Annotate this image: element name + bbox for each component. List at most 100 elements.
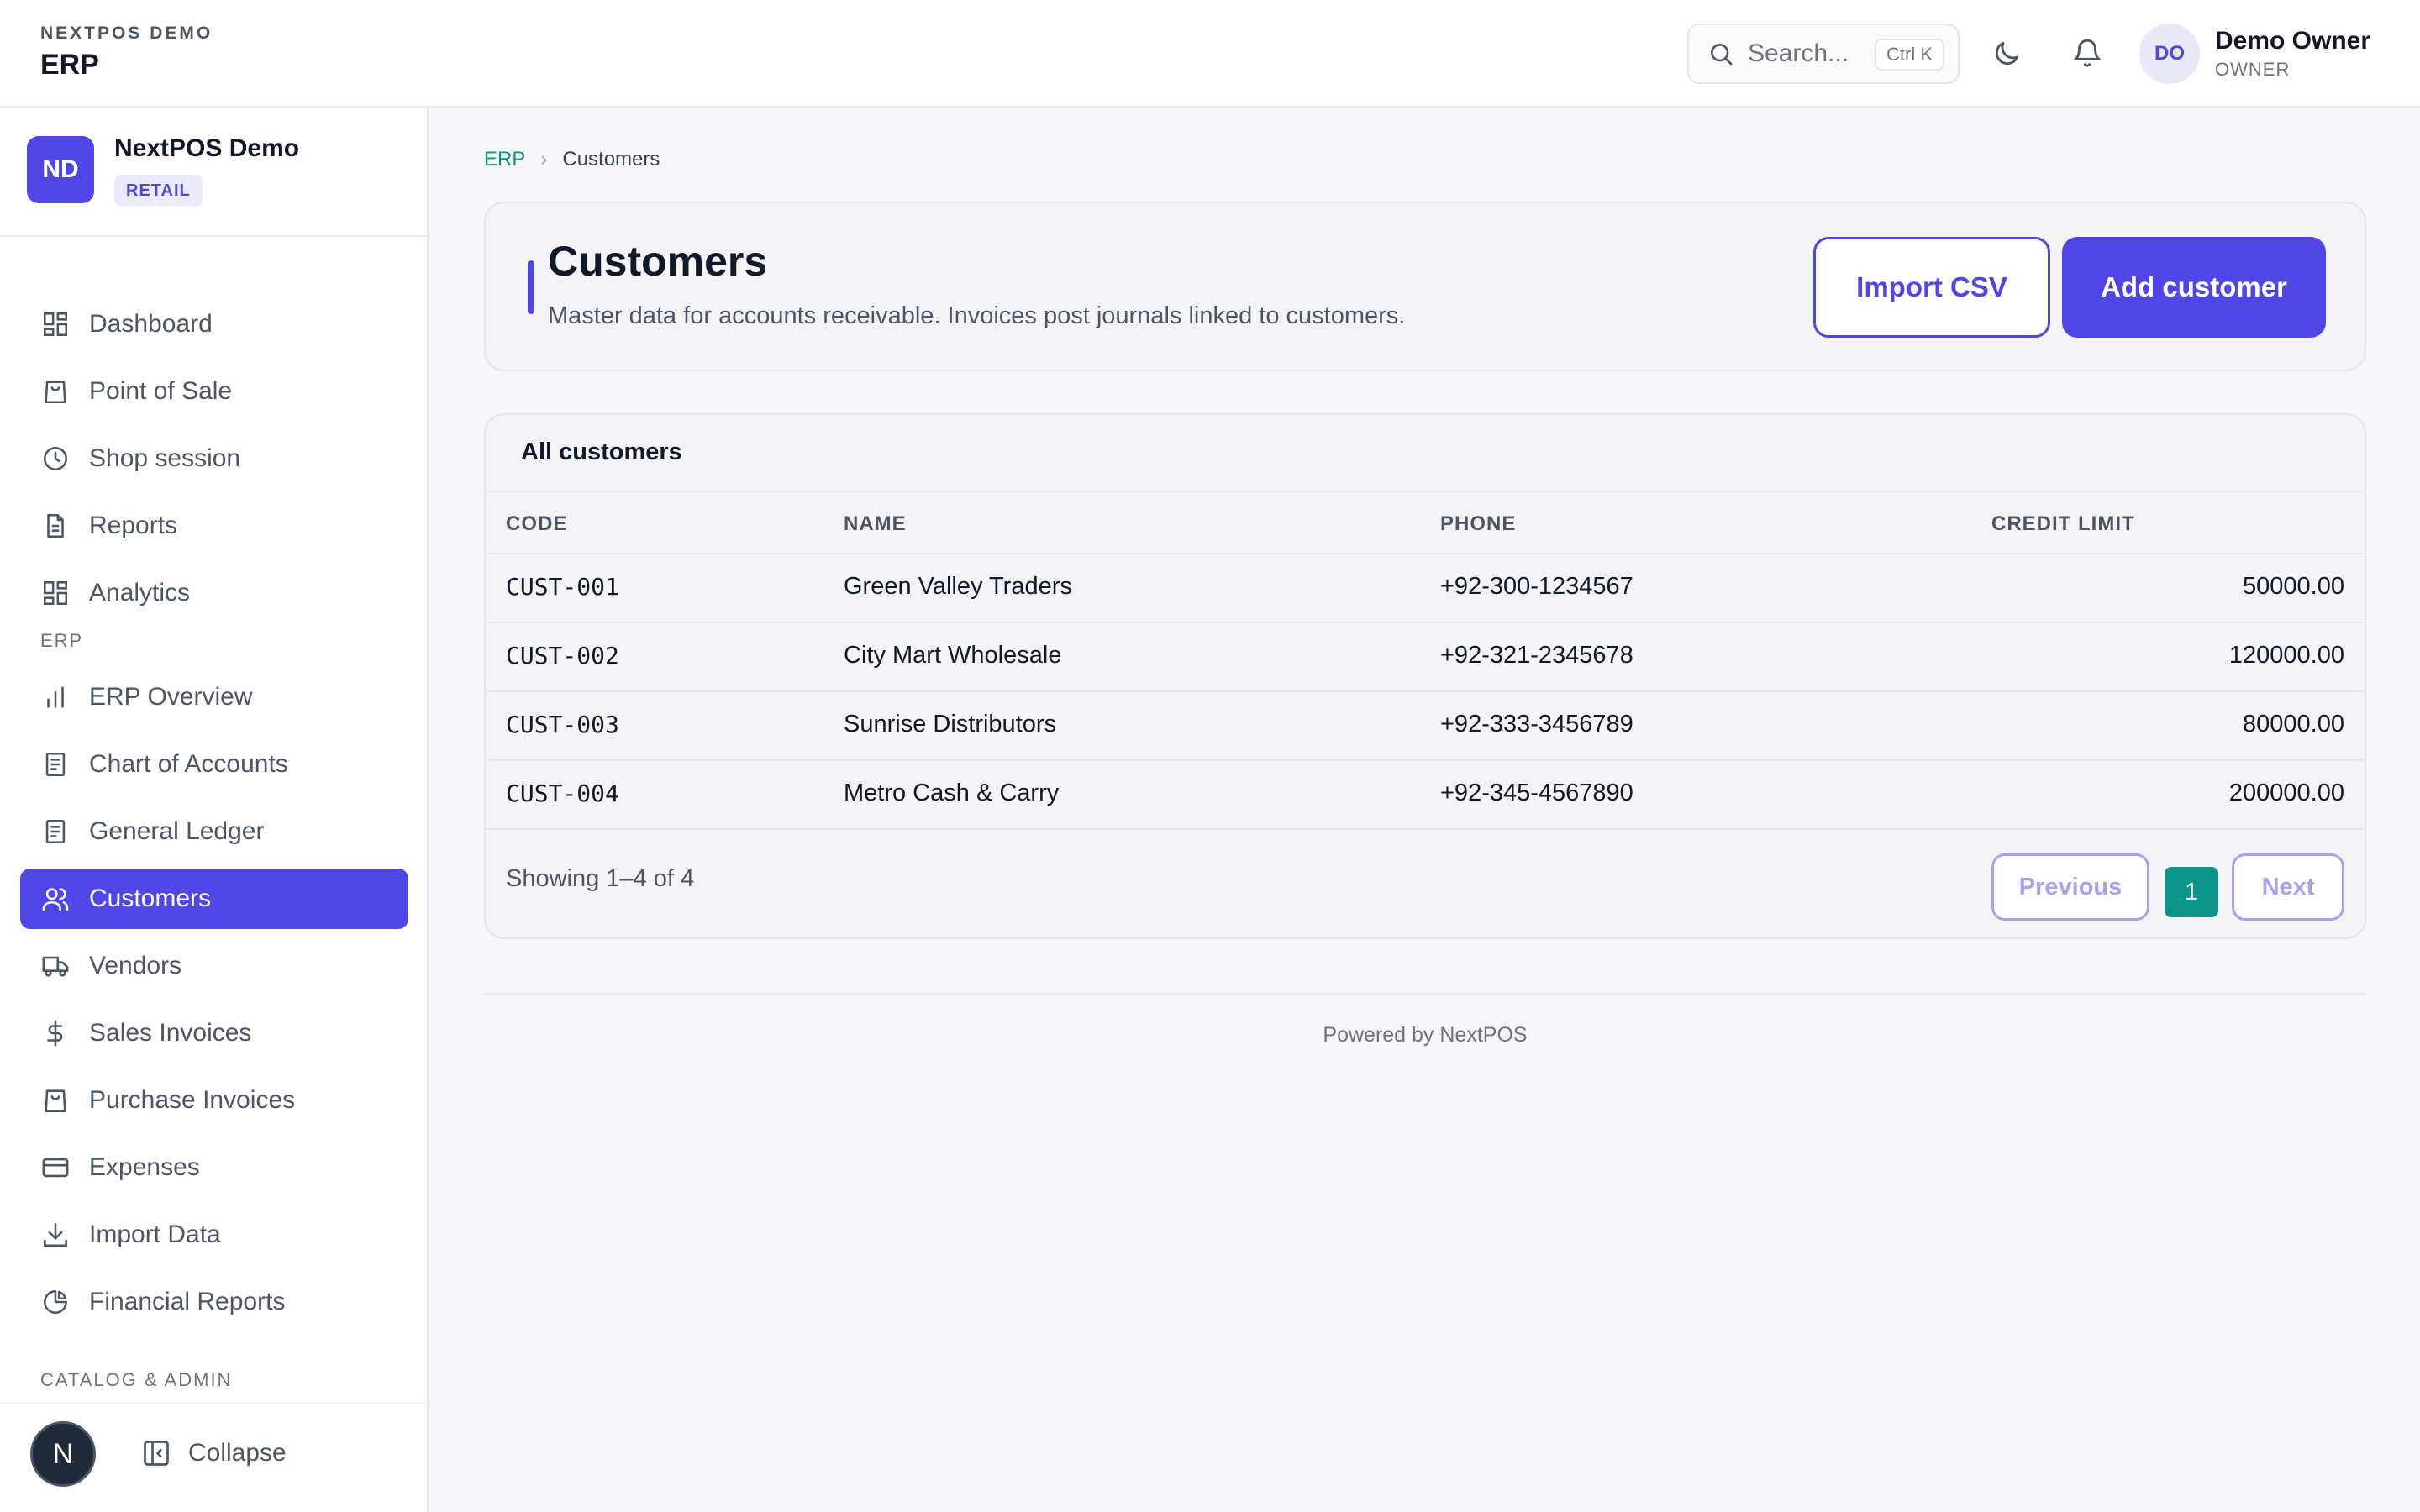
nav-section-erp: ERP (40, 630, 84, 651)
add-customer-button[interactable]: Add customer (2062, 237, 2326, 338)
page-subtitle: Master data for accounts receivable. Inv… (548, 302, 1406, 329)
next-button[interactable]: Next (2232, 853, 2344, 921)
org-name: NextPOS Demo (114, 134, 300, 162)
cell-credit-limit: 120000.00 (2228, 642, 2344, 669)
avatar[interactable]: DO (2139, 24, 2200, 84)
breadcrumb-erp[interactable]: ERP (484, 148, 525, 171)
cell-name: City Mart Wholesale (844, 642, 1062, 669)
users-icon (39, 882, 72, 916)
sidebar-item-import-data[interactable]: Import Data (20, 1205, 408, 1265)
brand-app: ERP (40, 49, 99, 81)
sidebar-item-purchase-invoices[interactable]: Purchase Invoices (20, 1070, 408, 1131)
brand: NEXTPOS DEMO ERP (40, 24, 213, 81)
cell-phone: +92-345-4567890 (1440, 780, 1634, 806)
sidebar-item-expenses[interactable]: Expenses (20, 1137, 408, 1198)
sidebar-item-customers[interactable]: Customers (20, 869, 408, 929)
search-input[interactable]: Search... Ctrl K (1687, 24, 1960, 84)
footer-divider (484, 993, 2366, 995)
sidebar-item-sales-invoices[interactable]: Sales Invoices (20, 1003, 408, 1063)
cell-code: CUST-002 (506, 642, 619, 669)
sidebar-item-erp-overview[interactable]: ERP Overview (20, 667, 408, 727)
table-row[interactable]: CUST-002 City Mart Wholesale +92-321-234… (486, 623, 2365, 692)
cell-credit-limit: 80000.00 (2243, 711, 2344, 738)
user-name: Demo Owner (2215, 27, 2371, 55)
sidebar-item-reports[interactable]: Reports (20, 496, 408, 556)
table-row[interactable]: CUST-001 Green Valley Traders +92-300-12… (486, 554, 2365, 623)
cell-name: Metro Cash & Carry (844, 780, 1060, 806)
sidebar-item-general-ledger[interactable]: General Ledger (20, 801, 408, 862)
breadcrumb-current: Customers (562, 148, 660, 171)
breadcrumb: ERP › Customers (484, 148, 660, 171)
column-header-phone: PHONE (1440, 512, 1517, 535)
sidebar-item-label: ERP Overview (89, 683, 253, 711)
collapse-button[interactable]: Collapse (141, 1438, 287, 1468)
cell-phone: +92-321-2345678 (1440, 642, 1634, 669)
sidebar: ND NextPOS Demo RETAIL Dashboard Point o… (0, 108, 429, 1512)
column-header-credit-limit: CREDIT LIMIT (1991, 512, 2135, 535)
org-card[interactable]: ND NextPOS Demo RETAIL (0, 108, 427, 237)
sidebar-item-shop-session[interactable]: Shop session (20, 428, 408, 489)
collapse-label: Collapse (188, 1439, 287, 1467)
sidebar-item-label: Purchase Invoices (89, 1086, 296, 1114)
nav-section-catalog: CATALOG & ADMIN (40, 1369, 233, 1390)
org-badge: RETAIL (114, 175, 203, 207)
cell-credit-limit: 50000.00 (2243, 573, 2344, 600)
sidebar-item-label: Sales Invoices (89, 1019, 252, 1047)
sidebar-item-chart-of-accounts[interactable]: Chart of Accounts (20, 734, 408, 795)
pie-chart-icon (39, 1285, 72, 1319)
search-placeholder: Search... (1748, 39, 1849, 67)
table-row[interactable]: CUST-003 Sunrise Distributors +92-333-34… (486, 692, 2365, 761)
column-header-name: NAME (844, 512, 907, 535)
document-icon (39, 509, 72, 543)
previous-button[interactable]: Previous (1991, 853, 2149, 921)
sidebar-item-analytics[interactable]: Analytics (20, 563, 408, 623)
app-logo[interactable]: N (30, 1421, 96, 1487)
chevron-right-icon: › (540, 148, 548, 171)
ledger-icon (39, 815, 72, 848)
import-csv-button[interactable]: Import CSV (1813, 237, 2050, 338)
truck-icon (39, 949, 72, 983)
sidebar-item-label: Vendors (89, 952, 182, 979)
sidebar-item-point-of-sale[interactable]: Point of Sale (20, 361, 408, 422)
search-shortcut: Ctrl K (1875, 39, 1944, 71)
org-avatar: ND (27, 136, 94, 203)
sidebar-item-label: Chart of Accounts (89, 750, 288, 778)
grid-icon (39, 307, 72, 341)
cell-phone: +92-300-1234567 (1440, 573, 1634, 600)
sidebar-item-label: Financial Reports (89, 1288, 286, 1315)
moon-icon[interactable] (1986, 34, 2027, 74)
sidebar-item-label: Analytics (89, 579, 191, 606)
cell-credit-limit: 200000.00 (2228, 780, 2344, 806)
top-bar: NEXTPOS DEMO ERP Search... Ctrl K DO Dem… (0, 0, 2420, 108)
powered-by: Powered by NextPOS (1323, 1023, 1528, 1047)
cell-code: CUST-004 (506, 780, 619, 807)
cell-name: Green Valley Traders (844, 573, 1072, 600)
page-header: Customers Master data for accounts recei… (484, 202, 2366, 371)
user-role: OWNER (2215, 59, 2291, 80)
page-number-current[interactable]: 1 (2165, 867, 2218, 917)
search-icon (1707, 40, 1734, 67)
sidebar-item-label: Customers (89, 885, 212, 912)
table-title: All customers (521, 438, 682, 465)
sidebar-item-vendors[interactable]: Vendors (20, 936, 408, 996)
table-header: CODE NAME PHONE CREDIT LIMIT (486, 491, 2365, 554)
collapse-icon (141, 1438, 171, 1468)
sidebar-item-label: Dashboard (89, 310, 213, 338)
sidebar-item-label: Reports (89, 512, 178, 539)
card-icon (39, 1151, 72, 1184)
page-title: Customers (548, 238, 768, 285)
cell-code: CUST-001 (506, 573, 619, 601)
sidebar-item-label: General Ledger (89, 817, 265, 845)
brand-org: NEXTPOS DEMO (40, 24, 213, 43)
sidebar-item-dashboard[interactable]: Dashboard (20, 294, 408, 354)
sidebar-item-label: Point of Sale (89, 377, 233, 405)
sidebar-item-label: Shop session (89, 444, 241, 472)
pagination-summary: Showing 1–4 of 4 (506, 865, 695, 892)
grid-icon (39, 576, 72, 610)
table-row[interactable]: CUST-004 Metro Cash & Carry +92-345-4567… (486, 761, 2365, 830)
cell-code: CUST-003 (506, 711, 619, 738)
accent-bar (528, 260, 534, 314)
bell-icon[interactable] (2067, 34, 2107, 74)
sidebar-item-financial-reports[interactable]: Financial Reports (20, 1272, 408, 1332)
customers-table-card: All customers CODE NAME PHONE CREDIT LIM… (484, 413, 2366, 939)
